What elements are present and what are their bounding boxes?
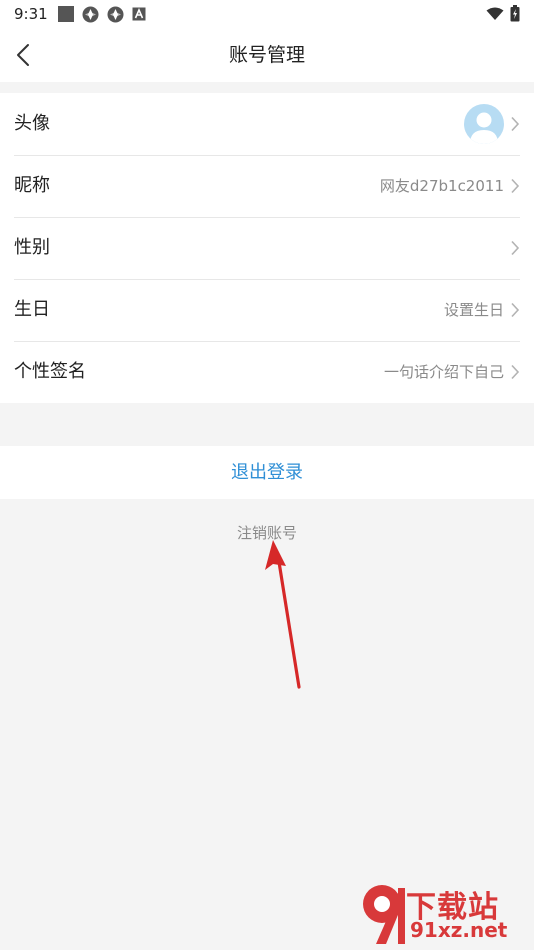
- row-value: 网友d27b1c2011: [379, 177, 504, 195]
- aperture-icon: [107, 6, 124, 23]
- square-icon: [58, 6, 74, 22]
- page-title: 账号管理: [228, 44, 305, 66]
- logout-section: 退出登录: [0, 446, 534, 499]
- wifi-icon: [486, 6, 504, 25]
- chevron-right-icon: [511, 178, 520, 194]
- chevron-right-icon: [511, 116, 520, 132]
- logout-button[interactable]: 退出登录: [0, 446, 534, 499]
- a-icon: [132, 7, 146, 21]
- status-bar: 9:31: [0, 0, 534, 28]
- settings-row-gender[interactable]: 性别: [0, 217, 534, 279]
- row-value: 一句话介绍下自己: [383, 363, 504, 381]
- settings-row-nickname[interactable]: 昵称 网友d27b1c2011: [0, 155, 534, 217]
- aperture-icon: [82, 6, 99, 23]
- status-icons-right: [486, 5, 520, 26]
- settings-list: 头像 昵称 网友d27b1c2011 性别 生日 设置生日 个性签名 一句话介绍…: [0, 93, 534, 403]
- cancel-account-link[interactable]: 注销账号: [0, 522, 534, 543]
- chevron-right-icon: [511, 302, 520, 318]
- row-value: 设置生日: [443, 301, 504, 319]
- row-label: 昵称: [14, 175, 50, 196]
- settings-row-birthday[interactable]: 生日 设置生日: [0, 279, 534, 341]
- watermark-logo: 下载站 91xz.net: [360, 880, 530, 948]
- row-label: 头像: [14, 113, 50, 134]
- status-icons-left: [58, 6, 146, 22]
- row-label: 生日: [14, 299, 50, 320]
- avatar: [464, 104, 504, 144]
- chevron-left-icon: [17, 44, 29, 66]
- settings-row-signature[interactable]: 个性签名 一句话介绍下自己: [0, 341, 534, 403]
- watermark-url: 91xz.net: [410, 918, 508, 942]
- row-label: 个性签名: [14, 361, 86, 382]
- status-time: 9:31: [14, 5, 48, 23]
- back-button[interactable]: [6, 38, 40, 72]
- chevron-right-icon: [511, 364, 520, 380]
- chevron-right-icon: [511, 240, 520, 256]
- nav-bar: 账号管理: [0, 28, 534, 82]
- settings-row-avatar[interactable]: 头像: [0, 93, 534, 155]
- battery-icon: [510, 5, 520, 26]
- row-label: 性别: [14, 237, 50, 258]
